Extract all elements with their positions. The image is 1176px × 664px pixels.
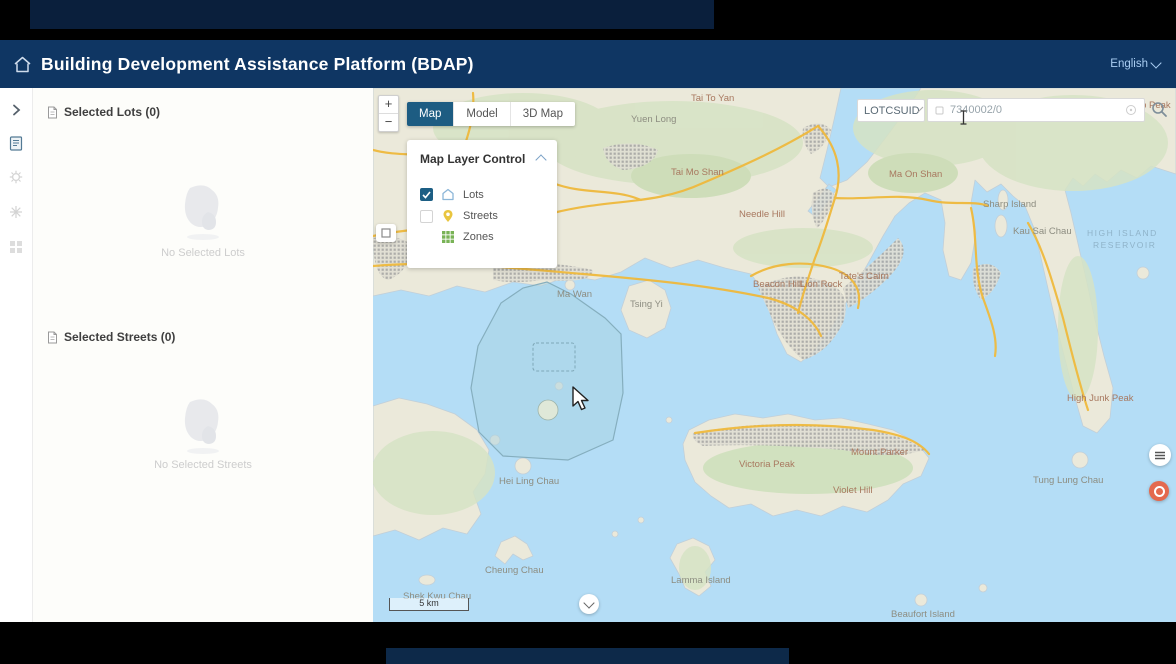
language-label: English <box>1110 58 1148 70</box>
map-control-button[interactable] <box>376 224 396 242</box>
map-pin-icon <box>441 209 455 223</box>
file-icon <box>47 331 58 344</box>
collapse-chevron-icon[interactable] <box>535 154 546 165</box>
chevron-down-icon <box>583 597 594 608</box>
search-input[interactable] <box>950 104 1119 116</box>
screen: { "header": { "title": "Building Develop… <box>0 0 1176 664</box>
collapse-down-button[interactable] <box>579 594 599 614</box>
locate-icon <box>935 106 944 115</box>
layer-label: Lots <box>463 189 484 201</box>
selected-lots-header: Selected Lots (0) <box>47 105 160 119</box>
zoom-in-button[interactable]: + <box>379 96 398 113</box>
selected-lots-title: Selected Lots (0) <box>64 105 160 119</box>
home-icon[interactable] <box>13 56 32 73</box>
lots-empty-text: No Selected Lots <box>33 247 373 259</box>
map-view-tabs: Map Model 3D Map <box>407 102 575 126</box>
icon-rail <box>0 88 33 622</box>
language-selector[interactable]: English <box>1110 58 1160 70</box>
selected-streets-header: Selected Streets (0) <box>47 330 175 344</box>
streets-checkbox[interactable] <box>420 210 433 223</box>
modules-icon[interactable] <box>9 205 23 219</box>
search-field-selector[interactable]: LOTCSUID <box>857 99 925 122</box>
map-layer-control: Map Layer Control Lots Streets Zones <box>407 140 557 268</box>
search-field-value: LOTCSUID <box>864 105 920 117</box>
selected-streets-title: Selected Streets (0) <box>64 330 175 344</box>
layer-row-zones: Zones <box>420 230 494 243</box>
zoom-out-button[interactable]: − <box>379 113 398 131</box>
zone-grid-icon <box>441 230 455 243</box>
list-icon <box>1155 451 1165 460</box>
layer-row-lots: Lots <box>420 188 484 201</box>
map-zoom-control: + − <box>378 95 399 132</box>
check-icon <box>422 191 431 199</box>
layer-row-streets: Streets <box>420 209 498 223</box>
streets-empty-text: No Selected Streets <box>33 459 373 471</box>
scale-bar: 5 km <box>389 598 469 611</box>
chevron-down-icon <box>1150 57 1161 68</box>
scale-label: 5 km <box>419 598 439 608</box>
target-icon[interactable] <box>1125 104 1137 116</box>
layer-label: Zones <box>463 231 494 243</box>
document-icon[interactable] <box>9 136 23 151</box>
file-icon <box>47 106 58 119</box>
streets-empty-state <box>33 396 373 463</box>
layer-control-title: Map Layer Control <box>420 152 525 166</box>
map-viewport[interactable]: Tai To YanYuen LongTai Mo ShanNeedle Hil… <box>373 88 1176 622</box>
app-title: Building Development Assistance Platform… <box>41 54 474 75</box>
empty-illustration <box>174 182 232 244</box>
orange-circle-button[interactable] <box>1149 481 1169 501</box>
ring-icon <box>1154 486 1165 497</box>
view-tab-model[interactable]: Model <box>453 102 509 126</box>
basemap-button[interactable] <box>1149 444 1171 466</box>
grid-icon[interactable] <box>9 240 23 254</box>
lots-empty-state <box>33 182 373 249</box>
empty-illustration <box>174 396 232 458</box>
expand-chevron-icon[interactable] <box>11 104 21 116</box>
gear-icon[interactable] <box>9 170 23 184</box>
layer-label: Streets <box>463 210 498 222</box>
lots-checkbox[interactable] <box>420 188 433 201</box>
search-box <box>927 98 1145 122</box>
selection-panel: Selected Lots (0) No Selected Lots Selec… <box>33 88 373 622</box>
zones-checkbox[interactable] <box>420 230 433 243</box>
top-navy-strip <box>30 0 714 29</box>
lot-outline-icon <box>441 188 455 201</box>
layers-icon <box>381 228 391 238</box>
search-icon[interactable] <box>1151 101 1168 118</box>
view-tab-map[interactable]: Map <box>407 102 453 126</box>
app-header: Building Development Assistance Platform… <box>0 40 1176 88</box>
view-tab-3d-map[interactable]: 3D Map <box>510 102 575 126</box>
bottom-navy-strip <box>386 648 789 664</box>
